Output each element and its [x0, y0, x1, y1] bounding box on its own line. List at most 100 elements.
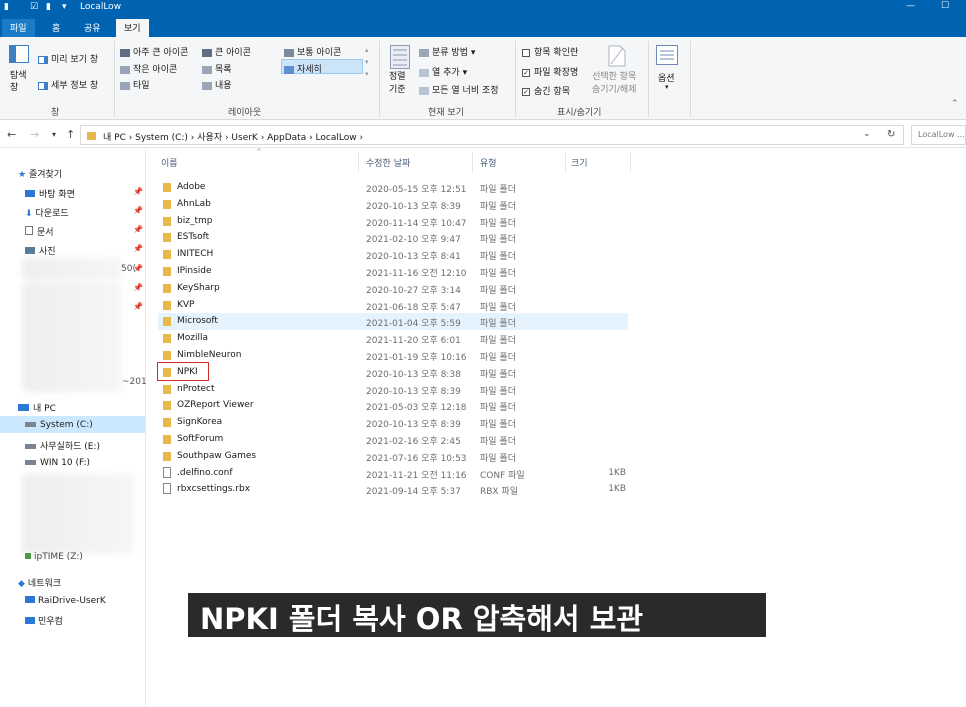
- item-checkboxes-toggle[interactable]: 항목 확인란: [522, 45, 578, 58]
- pin-icon[interactable]: 📌: [133, 264, 143, 273]
- file-row[interactable]: SignKorea 2020-10-13 오후 8:39 파일 폴더: [158, 414, 628, 431]
- file-extensions-toggle[interactable]: ✓ 파일 확장명: [522, 65, 578, 78]
- layout-content[interactable]: 내용: [202, 78, 232, 91]
- column-separator[interactable]: [472, 152, 473, 172]
- file-date: 2020-05-15 오후 12:51: [366, 185, 467, 195]
- pin-icon[interactable]: 📌: [133, 206, 143, 215]
- layout-list[interactable]: 목록: [202, 62, 232, 75]
- size-all-columns-button[interactable]: 모든 열 너비 조정: [419, 83, 499, 96]
- sort-by-button[interactable]: 정렬 기준: [389, 71, 406, 97]
- options-dropdown-icon[interactable]: ▾: [665, 83, 669, 91]
- file-row[interactable]: SoftForum 2021-02-16 오후 2:45 파일 폴더: [158, 431, 628, 448]
- hidden-items-toggle[interactable]: ✓ 숨긴 항목: [522, 84, 570, 97]
- back-arrow-icon[interactable]: ←: [7, 128, 16, 141]
- nav-item-drive-c[interactable]: System (C:): [25, 420, 93, 430]
- recent-locations-icon[interactable]: ▾: [52, 130, 56, 139]
- breadcrumb[interactable]: 내 PC › System (C:) › 사용자 › UserK › AppDa…: [103, 130, 363, 143]
- pin-icon[interactable]: 📌: [133, 283, 143, 292]
- column-separator[interactable]: [358, 152, 359, 172]
- folder-icon: [163, 401, 171, 411]
- tab-file[interactable]: 파일: [2, 19, 35, 37]
- collapse-ribbon-icon[interactable]: ⌃: [951, 99, 959, 109]
- file-row[interactable]: NimbleNeuron 2021-01-19 오후 10:16 파일 폴더: [158, 347, 628, 364]
- chevron-down-icon[interactable]: ⌄: [863, 129, 871, 139]
- file-row[interactable]: rbxcsettings.rbx 2021-09-14 오후 5:37 RBX 파일…: [158, 481, 628, 498]
- layout-tiles[interactable]: 타일: [120, 78, 150, 91]
- file-row[interactable]: AhnLab 2020-10-13 오후 8:39 파일 폴더: [158, 196, 628, 213]
- new-folder-icon[interactable]: ▮: [46, 2, 51, 12]
- tab-view[interactable]: 보기: [116, 19, 149, 37]
- file-row[interactable]: biz_tmp 2020-11-14 오후 10:47 파일 폴더: [158, 213, 628, 230]
- file-date: 2021-05-03 오후 12:18: [366, 403, 467, 414]
- refresh-icon[interactable]: ↻: [887, 129, 895, 140]
- add-columns-button[interactable]: 열 추가 ▾: [419, 65, 467, 78]
- column-header-name[interactable]: 이름: [161, 156, 178, 169]
- nav-item-pictures[interactable]: 사진: [25, 244, 56, 257]
- layout-details[interactable]: 자세히: [284, 62, 322, 75]
- desktop-icon: [25, 190, 35, 197]
- address-field[interactable]: 내 PC › System (C:) › 사용자 › UserK › AppDa…: [80, 125, 904, 145]
- file-row[interactable]: IPinside 2021-11-16 오전 12:10 파일 폴더: [158, 263, 628, 280]
- nav-item-drive-e[interactable]: 사무실하드 (E:): [25, 439, 100, 452]
- blurred-item: [22, 258, 122, 280]
- quick-access[interactable]: ★ 즐겨찾기: [18, 167, 62, 180]
- forward-arrow-icon[interactable]: →: [30, 128, 39, 141]
- file-type: 파일 폴더: [480, 453, 516, 464]
- file-row[interactable]: Microsoft 2021-01-04 오후 5:59 파일 폴더: [158, 313, 628, 331]
- file-row[interactable]: INITECH 2020-10-13 오후 8:41 파일 폴더: [158, 246, 628, 263]
- file-type: 파일 폴더: [480, 403, 516, 414]
- navigation-pane-button[interactable]: 탐색 창: [10, 70, 27, 94]
- file-name: biz_tmp: [177, 215, 213, 226]
- pin-icon[interactable]: 📌: [133, 225, 143, 234]
- pin-icon[interactable]: 📌: [133, 244, 143, 253]
- layout-scroll-arrows[interactable]: ▴ ▾ ▾: [365, 44, 369, 80]
- hide-selected-button[interactable]: 선택한 항목 숨기기/해제: [592, 71, 636, 97]
- layout-medium-icons[interactable]: 보통 아이콘: [284, 45, 341, 58]
- file-row[interactable]: nProtect 2020-10-13 오후 8:39 파일 폴더: [158, 381, 628, 398]
- nav-item-this-pc[interactable]: 내 PC: [18, 401, 56, 414]
- minimize-button[interactable]: —: [906, 1, 915, 11]
- column-header-type[interactable]: 유형: [480, 156, 497, 169]
- pin-icon[interactable]: 📌: [133, 187, 143, 196]
- column-separator[interactable]: [630, 152, 631, 172]
- nav-item-iptime[interactable]: ipTIME (Z:): [25, 552, 83, 562]
- file-row[interactable]: Southpaw Games 2021-07-16 오후 10:53 파일 폴더: [158, 448, 628, 465]
- tab-share[interactable]: 공유: [76, 19, 109, 37]
- properties-icon[interactable]: ☑: [30, 2, 38, 12]
- preview-pane-button[interactable]: 미리 보기 창: [38, 52, 98, 65]
- file-type: CONF 파일: [480, 470, 525, 481]
- nav-item-raidrive[interactable]: RaiDrive-UserK: [25, 596, 106, 606]
- column-header-size[interactable]: 크기: [571, 156, 588, 169]
- file-name: Mozilla: [177, 333, 209, 344]
- details-pane-button[interactable]: 세부 정보 창: [38, 78, 98, 91]
- nav-item-documents[interactable]: 문서: [25, 225, 54, 238]
- nav-label: 사진: [39, 247, 56, 257]
- tab-home[interactable]: 홈: [44, 19, 68, 37]
- nav-item-drive-f[interactable]: WIN 10 (F:): [25, 458, 90, 468]
- file-row[interactable]: Adobe 2020-05-15 오후 12:51 파일 폴더: [158, 179, 628, 196]
- nav-item-network[interactable]: ◆ 네트워크: [18, 576, 61, 589]
- file-row[interactable]: .delfino.conf 2021-11-21 오전 11:16 CONF 파일 1…: [158, 465, 628, 482]
- customize-toolbar-icon[interactable]: ▾: [62, 2, 67, 12]
- drive-icon: [25, 460, 36, 465]
- nav-item-desktop[interactable]: 바탕 화면: [25, 187, 75, 200]
- pin-icon[interactable]: 📌: [133, 302, 143, 311]
- column-header-date[interactable]: 수정한 날짜: [366, 156, 410, 169]
- file-row[interactable]: ESTsoft 2021-02-10 오후 9:47 파일 폴더: [158, 229, 628, 246]
- search-input[interactable]: LocalLow ...: [911, 125, 966, 145]
- layout-small-icons[interactable]: 작은 아이콘: [120, 62, 177, 75]
- file-row[interactable]: OZReport Viewer 2021-05-03 오후 12:18 파일 폴더: [158, 397, 628, 414]
- group-by-button[interactable]: 분류 방법 ▾: [419, 45, 475, 58]
- layout-extra-large-icons[interactable]: 아주 큰 아이콘: [120, 45, 188, 58]
- file-row[interactable]: Mozilla 2021-11-20 오후 6:01 파일 폴더: [158, 330, 628, 347]
- maximize-button[interactable]: ☐: [941, 1, 949, 11]
- navigation-pane-icon: [9, 45, 29, 63]
- file-row[interactable]: KVP 2021-06-18 오후 5:47 파일 폴더: [158, 297, 628, 314]
- file-row[interactable]: NPKI 2020-10-13 오후 8:38 파일 폴더: [158, 364, 628, 381]
- column-separator[interactable]: [565, 152, 566, 172]
- nav-item-minwoo[interactable]: 민우컴: [25, 614, 63, 627]
- layout-large-icons[interactable]: 큰 아이콘: [202, 45, 251, 58]
- up-arrow-icon[interactable]: ↑: [66, 128, 75, 141]
- file-row[interactable]: KeySharp 2020-10-27 오후 3:14 파일 폴더: [158, 280, 628, 297]
- nav-item-downloads[interactable]: ⬇ 다운로드: [25, 206, 69, 219]
